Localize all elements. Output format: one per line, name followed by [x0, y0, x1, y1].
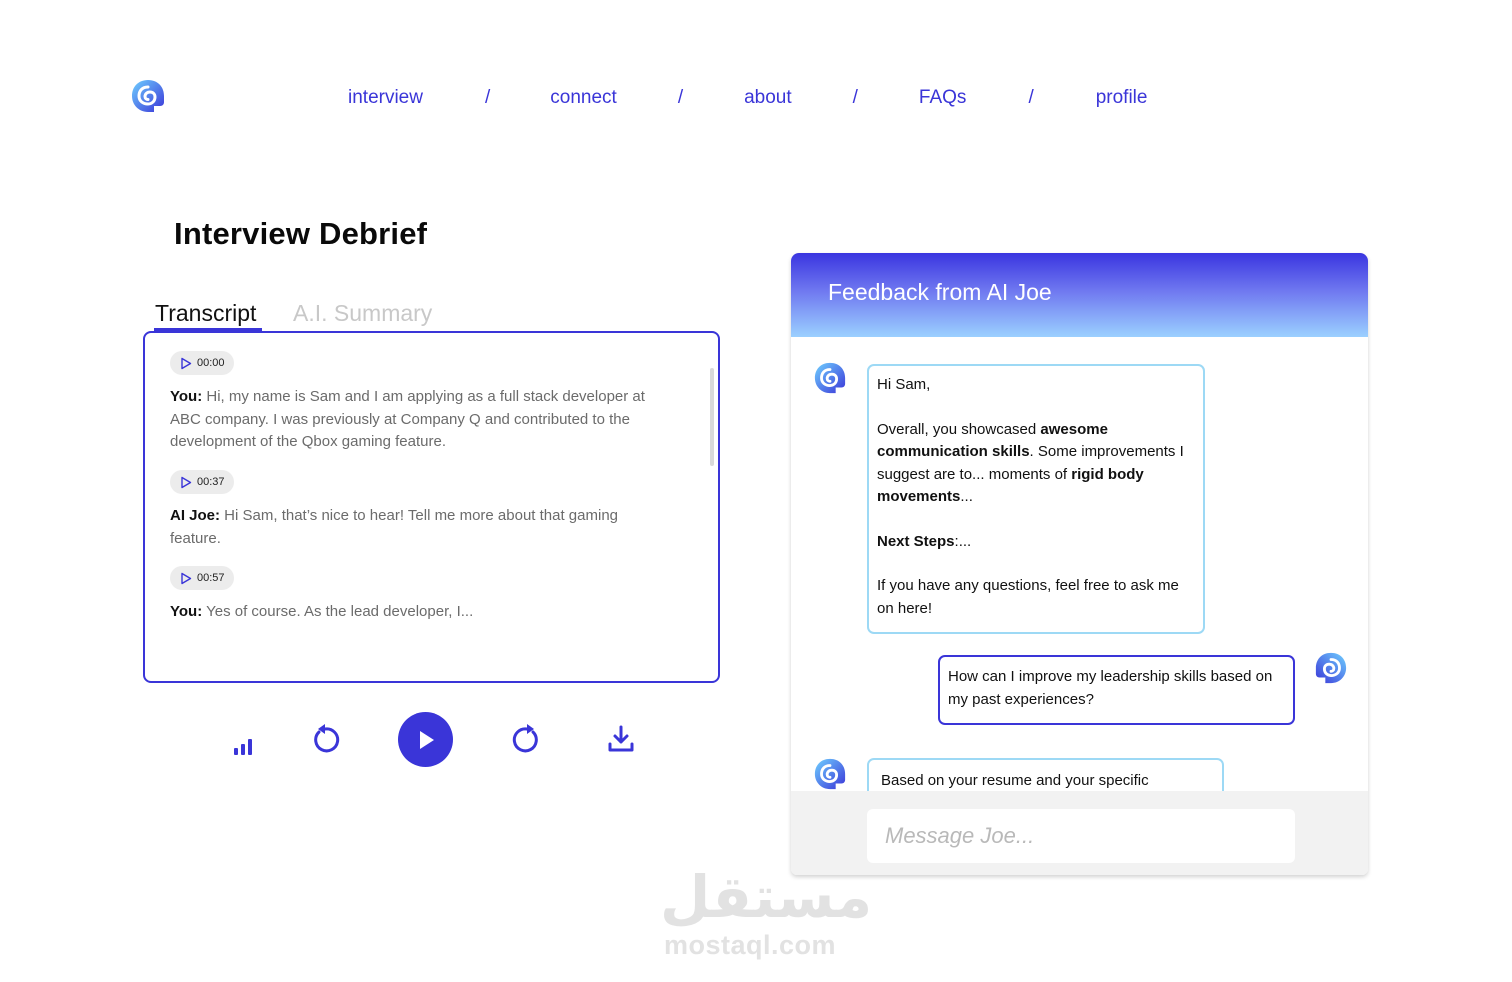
download-icon [608, 725, 634, 752]
watermark-latin: mostaql.com [664, 930, 837, 960]
nav-interview[interactable]: interview [348, 87, 423, 109]
stats-button[interactable] [230, 732, 256, 758]
feedback-greeting: Hi Sam, [877, 376, 931, 393]
forward-icon [512, 724, 538, 753]
nav-separator: / [677, 87, 684, 108]
rewind-icon [314, 724, 340, 753]
ai-reply-message: Based on your resume and your specific [867, 758, 1224, 791]
message-text: Hi, my name is Sam and I am applying as … [170, 388, 645, 450]
nav-about[interactable]: about [744, 87, 792, 109]
message-text: Hi Sam, that’s nice to hear! Tell me mor… [170, 507, 618, 547]
speaker-label: You: [170, 603, 203, 620]
play-icon [419, 730, 434, 749]
ai-joe-avatar-icon [814, 362, 846, 394]
play-button[interactable] [398, 712, 453, 767]
timestamp-label: 00:57 [197, 572, 225, 584]
timestamp-label: 00:00 [197, 357, 225, 369]
transcript-scrollbar[interactable] [710, 368, 714, 466]
ai-joe-avatar-icon [814, 758, 846, 790]
rewind-button[interactable] [308, 722, 342, 756]
tab-transcript[interactable]: Transcript [155, 300, 256, 327]
ai-feedback-message: Hi Sam, Overall, you showcased awesome c… [867, 364, 1205, 634]
brand-logo-icon[interactable] [130, 78, 166, 114]
message-composer [791, 791, 1368, 875]
speaker-label: AI Joe: [170, 507, 221, 524]
feedback-next-steps: Next Steps:... [877, 532, 972, 550]
feedback-title: Feedback from AI Joe [828, 279, 1052, 305]
nav-connect[interactable]: connect [550, 87, 617, 109]
message-text: Yes of course. As the lead developer, I.… [202, 603, 474, 620]
transcript-message: You: Yes of course. As the lead develope… [170, 601, 670, 624]
feedback-header: Feedback from AI Joe [791, 253, 1368, 337]
timestamp-chip[interactable]: 00:57 [170, 566, 234, 590]
nav-faqs[interactable]: FAQs [919, 87, 967, 109]
chat-thread[interactable]: Hi Sam, Overall, you showcased awesome c… [791, 337, 1368, 791]
tab-ai-summary[interactable]: A.I. Summary [293, 300, 432, 327]
message-input[interactable] [867, 809, 1295, 863]
timestamp-chip[interactable]: 00:37 [170, 470, 234, 494]
transcript-message: You: Hi, my name is Sam and I am applyin… [170, 386, 670, 454]
play-small-icon [181, 476, 192, 488]
speaker-label: You: [170, 388, 203, 405]
play-small-icon [181, 357, 192, 369]
timestamp-chip[interactable]: 00:00 [170, 351, 234, 375]
stats-icon [234, 739, 252, 755]
feedback-panel: Feedback from AI Joe Hi Sam, Overall, yo… [791, 253, 1368, 875]
transcript-message: AI Joe: Hi Sam, that’s nice to hear! Tel… [170, 505, 670, 550]
page-title: Interview Debrief [174, 216, 428, 251]
user-message: How can I improve my leadership skills b… [938, 655, 1295, 725]
download-button[interactable] [604, 722, 638, 756]
nav-separator: / [484, 87, 491, 108]
user-avatar-icon [1315, 652, 1347, 684]
feedback-closing: If you have any questions, feel free to … [877, 577, 1179, 617]
top-nav: interview / connect / about / FAQs / pro… [348, 84, 1147, 112]
nav-profile[interactable]: profile [1096, 87, 1148, 109]
nav-separator: / [1028, 87, 1034, 108]
watermark-arabic: مستقل [660, 863, 873, 931]
forward-button[interactable] [510, 722, 544, 756]
feedback-overall: Overall, you showcased awesome communica… [877, 420, 1184, 506]
timestamp-label: 00:37 [197, 476, 225, 488]
play-small-icon [181, 572, 192, 584]
nav-separator: / [852, 87, 858, 108]
